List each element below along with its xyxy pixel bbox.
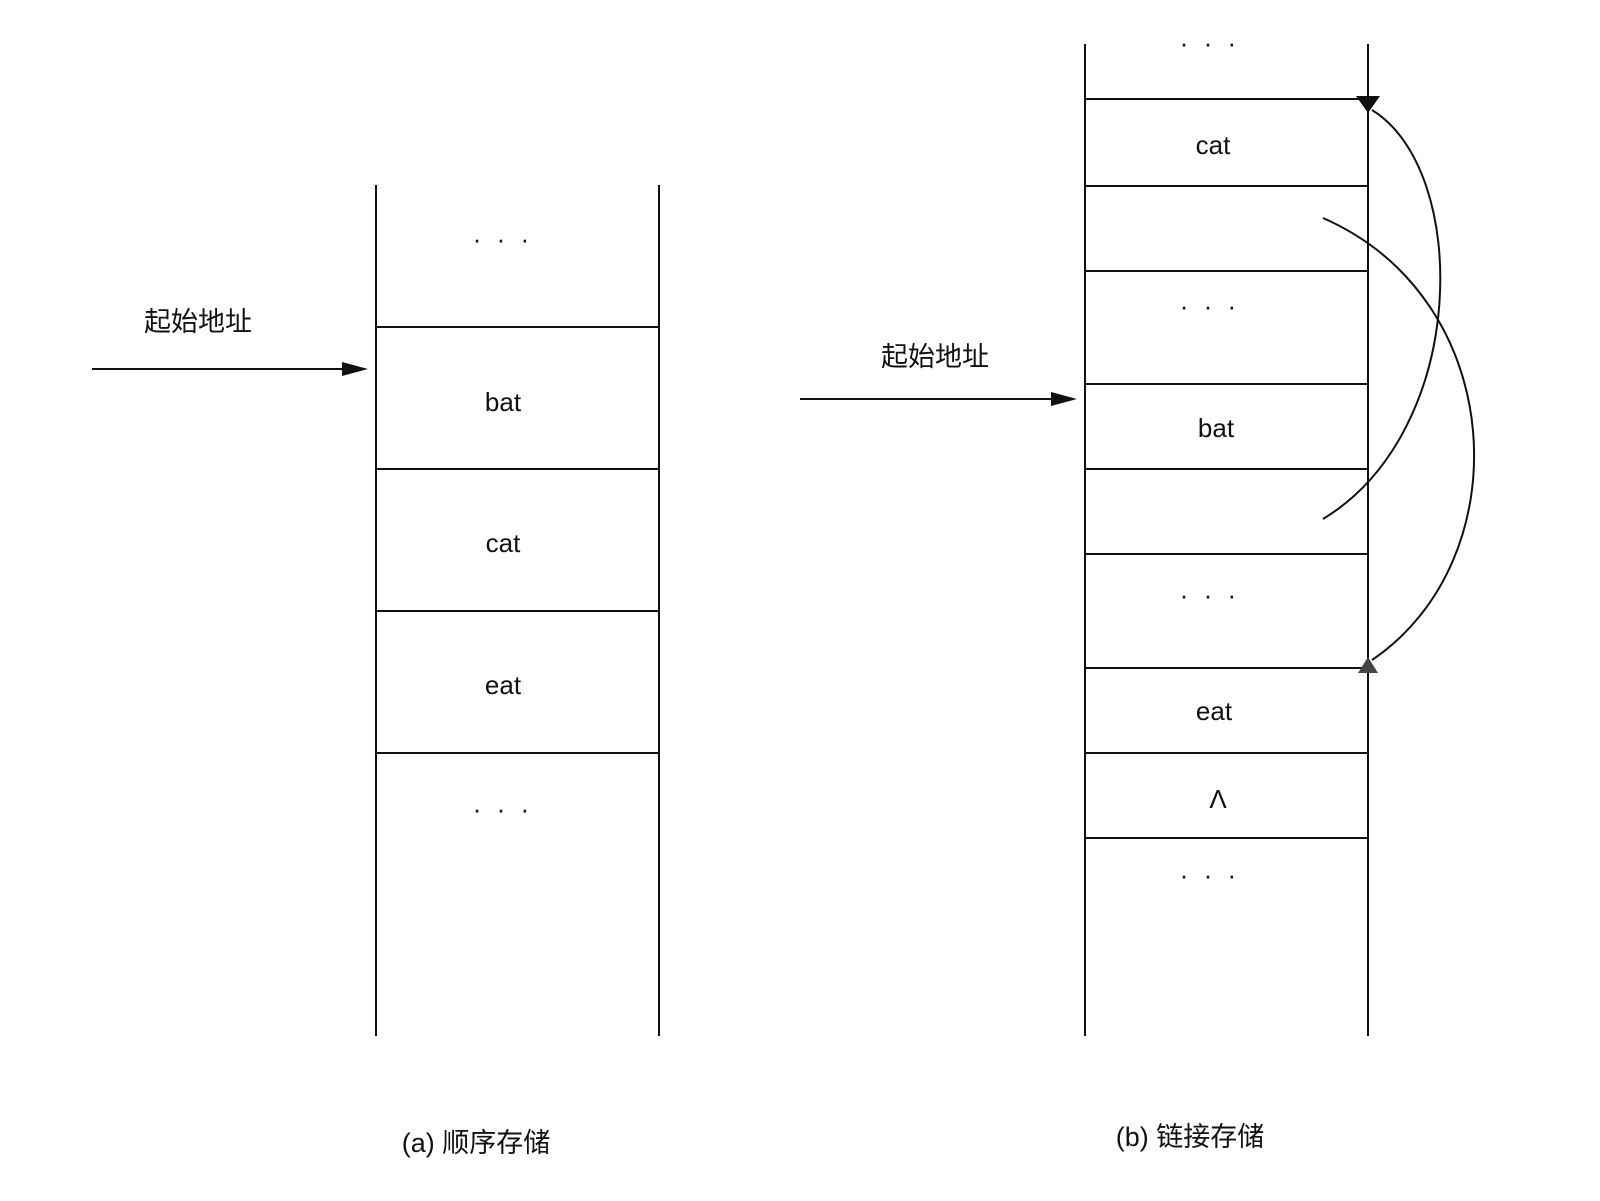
link-caption: (b) 链接存储 [1116,1122,1265,1152]
link-cell-9: · · · [1180,860,1240,890]
arrow-down-icon [1356,96,1380,113]
link-cell-1: cat [1196,130,1231,160]
arrow-up-icon [1358,657,1378,673]
seq-cell-2: cat [486,528,521,558]
link-cell-4: bat [1198,413,1235,443]
seq-cell-4: · · · [473,794,533,824]
null-pointer-symbol: Λ [1209,784,1227,814]
seq-start-label: 起始地址 [144,307,252,337]
seq-cell-0: · · · [473,224,533,254]
seq-start-arrow-head-icon [342,362,368,376]
seq-cell-1: bat [485,387,522,417]
diagram-canvas: · · · bat cat eat · · · 起始地址 (a) 顺序存储 · … [92,28,1476,1158]
link-start-arrow-head-icon [1051,392,1077,406]
seq-caption: (a) 顺序存储 [402,1128,551,1158]
linked-storage [800,44,1476,1036]
link-cell-7: eat [1196,696,1233,726]
link-cell-6: · · · [1180,580,1240,610]
seq-cell-3: eat [485,670,522,700]
link-start-label: 起始地址 [881,342,989,372]
link-cell-3: · · · [1180,291,1240,321]
link-cell-0: · · · [1180,28,1240,58]
link-bat-to-cat-curve [1322,109,1442,520]
